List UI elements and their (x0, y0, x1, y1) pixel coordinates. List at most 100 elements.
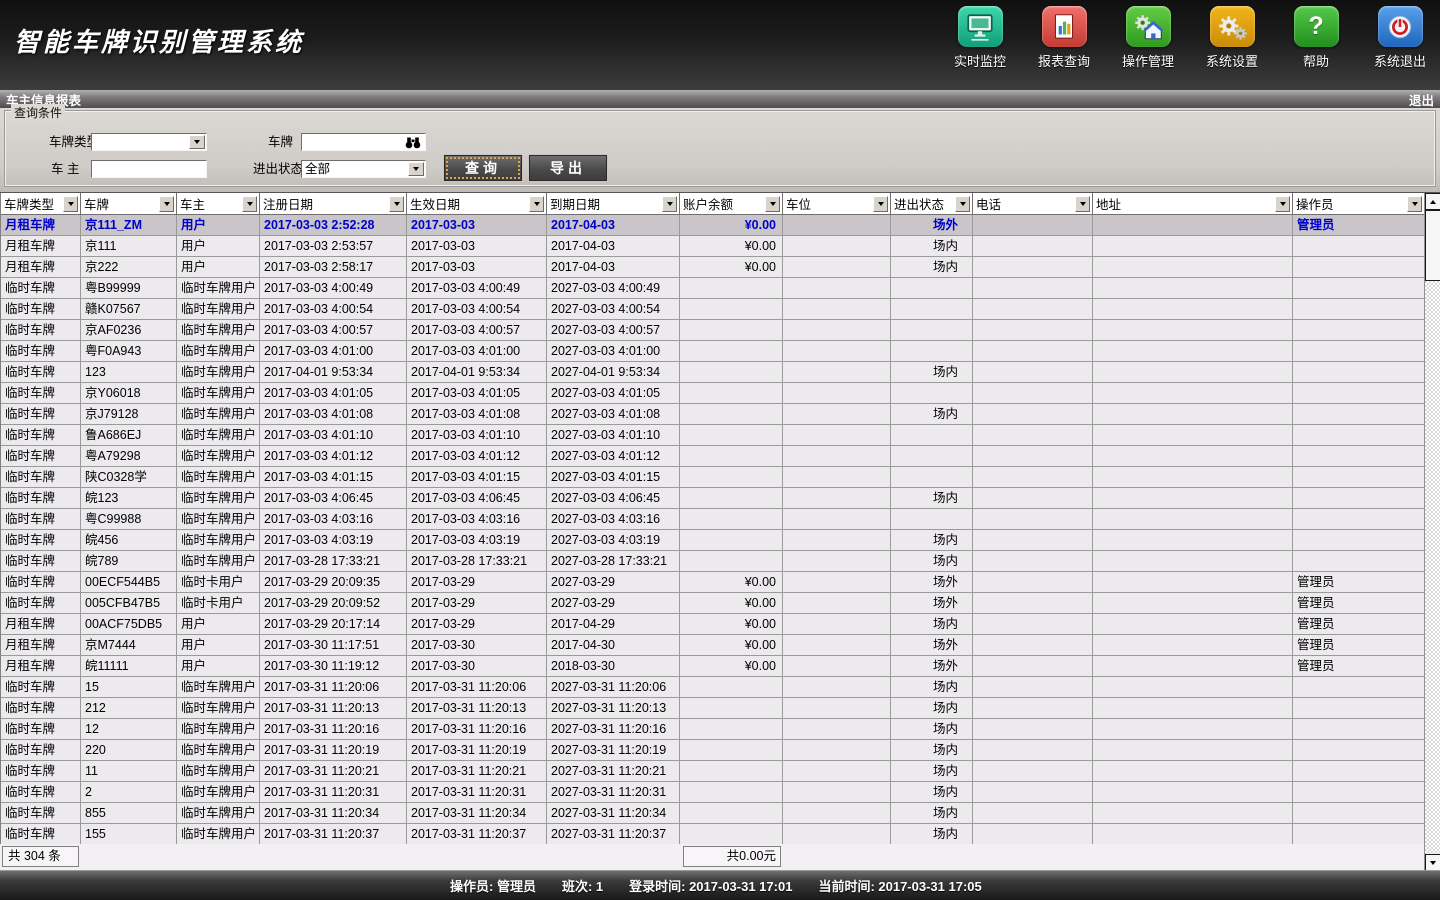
table-cell: 临时车牌 (1, 551, 81, 572)
header-cell: 电话 (973, 193, 1093, 215)
table-row[interactable]: 临时车牌陕C0328学临时车牌用户2017-03-03 4:01:152017-… (1, 467, 1425, 488)
toolbar-item-system-settings[interactable]: 系统设置 (1194, 6, 1270, 70)
table-row[interactable]: 临时车牌皖456临时车牌用户2017-03-03 4:03:192017-03-… (1, 530, 1425, 551)
table-cell: 临时车牌用户 (177, 299, 260, 320)
triangle-up-icon (1430, 200, 1436, 204)
column-filter-button[interactable] (389, 196, 404, 212)
table-row[interactable]: 临时车牌123临时车牌用户2017-04-01 9:53:342017-04-0… (1, 362, 1425, 383)
toolbar-item-system-exit[interactable]: 系统退出 (1362, 6, 1438, 70)
table-row[interactable]: 临时车牌155临时车牌用户2017-03-31 11:20:372017-03-… (1, 824, 1425, 845)
table-row[interactable]: 临时车牌11临时车牌用户2017-03-31 11:20:212017-03-3… (1, 761, 1425, 782)
column-filter-button[interactable] (662, 196, 677, 212)
table-row[interactable]: 临时车牌2临时车牌用户2017-03-31 11:20:312017-03-31… (1, 782, 1425, 803)
table-row[interactable]: 临时车牌粤B99999临时车牌用户2017-03-03 4:00:492017-… (1, 278, 1425, 299)
owner-label: 车 主 (51, 160, 79, 178)
table-cell (783, 257, 891, 278)
table-cell (973, 299, 1093, 320)
table-cell: 2017-03-31 11:20:16 (260, 719, 407, 740)
plate-input[interactable] (301, 133, 426, 151)
table-cell: 场外 (891, 635, 973, 656)
owner-input[interactable] (91, 160, 207, 178)
table-cell (973, 215, 1093, 236)
column-filter-button[interactable] (955, 196, 970, 212)
table-row[interactable]: 临时车牌粤C99988临时车牌用户2017-03-03 4:03:162017-… (1, 509, 1425, 530)
table-row[interactable]: 临时车牌皖123临时车牌用户2017-03-03 4:06:452017-03-… (1, 488, 1425, 509)
table-cell: ¥0.00 (680, 656, 783, 677)
dropdown-button[interactable] (189, 135, 205, 149)
table-cell: 临时车牌用户 (177, 425, 260, 446)
table-row[interactable]: 临时车牌220临时车牌用户2017-03-31 11:20:192017-03-… (1, 740, 1425, 761)
table-cell (891, 320, 973, 341)
header-cell-label: 账户余额 (683, 194, 733, 213)
plate-type-select[interactable] (91, 133, 207, 151)
table-row[interactable]: 临时车牌粤F0A943临时车牌用户2017-03-03 4:01:002017-… (1, 341, 1425, 362)
scrollbar-thumb[interactable] (1425, 210, 1440, 281)
header-cell-label: 地址 (1096, 194, 1121, 213)
table-row[interactable]: 月租车牌京222用户2017-03-03 2:58:172017-03-0320… (1, 257, 1425, 278)
table-row[interactable]: 临时车牌212临时车牌用户2017-03-31 11:20:132017-03-… (1, 698, 1425, 719)
query-button[interactable]: 查询 (444, 155, 522, 181)
dropdown-button[interactable] (408, 162, 424, 176)
table-row[interactable]: 临时车牌00ECF544B5临时卡用户2017-03-29 20:09:3520… (1, 572, 1425, 593)
table-cell: 2027-03-29 (547, 593, 680, 614)
table-row[interactable]: 临时车牌赣K07567临时车牌用户2017-03-03 4:00:542017-… (1, 299, 1425, 320)
column-filter-button[interactable] (242, 196, 257, 212)
vertical-scrollbar[interactable] (1424, 193, 1440, 871)
toolbar-item-report-query[interactable]: 报表查询 (1026, 6, 1102, 70)
column-filter-button[interactable] (1407, 196, 1422, 212)
table-cell: 粤C99988 (81, 509, 177, 530)
table-row[interactable]: 月租车牌京111_ZM用户2017-03-03 2:52:282017-03-0… (1, 215, 1425, 236)
toolbar-item-help[interactable]: ? 帮助 (1278, 6, 1354, 70)
table-row[interactable]: 临时车牌京Y06018临时车牌用户2017-03-03 4:01:052017-… (1, 383, 1425, 404)
chevron-down-icon (394, 202, 400, 206)
table-cell (973, 236, 1093, 257)
table-cell: 临时车牌 (1, 698, 81, 719)
table-row[interactable]: 临时车牌京AF0236临时车牌用户2017-03-03 4:00:572017-… (1, 320, 1425, 341)
table-cell: 2017-03-28 17:33:21 (260, 551, 407, 572)
toolbar-item-label: 系统退出 (1374, 51, 1426, 70)
toolbar-item-realtime-monitor[interactable]: 实时监控 (942, 6, 1018, 70)
table-row[interactable]: 临时车牌鲁A686EJ临时车牌用户2017-03-03 4:01:102017-… (1, 425, 1425, 446)
chevron-down-icon (194, 140, 200, 144)
table-cell: 用户 (177, 614, 260, 635)
column-filter-button[interactable] (159, 196, 174, 212)
inout-status-select[interactable]: 全部 (301, 160, 426, 178)
table-cell: 临时车牌 (1, 824, 81, 845)
table-row[interactable]: 临时车牌粤A79298临时车牌用户2017-03-03 4:01:122017-… (1, 446, 1425, 467)
table-row[interactable]: 月租车牌京M7444用户2017-03-30 11:17:512017-03-3… (1, 635, 1425, 656)
column-filter-button[interactable] (63, 196, 78, 212)
monitor-icon (958, 6, 1003, 47)
table-row[interactable]: 临时车牌京J79128临时车牌用户2017-03-03 4:01:082017-… (1, 404, 1425, 425)
exit-link[interactable]: 退出 (1409, 90, 1434, 109)
table-cell: 场内 (891, 614, 973, 635)
status-login-time: 登录时间: 2017-03-31 17:01 (629, 876, 792, 895)
table-row[interactable]: 月租车牌皖11111用户2017-03-30 11:19:122017-03-3… (1, 656, 1425, 677)
scroll-up-button[interactable] (1425, 193, 1440, 210)
table-row[interactable]: 月租车牌00ACF75DB5用户2017-03-29 20:17:142017-… (1, 614, 1425, 635)
table-cell (1293, 530, 1425, 551)
column-filter-button[interactable] (529, 196, 544, 212)
table-row[interactable]: 月租车牌京111用户2017-03-03 2:53:572017-03-0320… (1, 236, 1425, 257)
table-row[interactable]: 临时车牌皖789临时车牌用户2017-03-28 17:33:212017-03… (1, 551, 1425, 572)
table-cell: 2027-03-03 4:01:15 (547, 467, 680, 488)
table-cell: 临时车牌用户 (177, 551, 260, 572)
table-cell (680, 782, 783, 803)
toolbar-item-operation-manage[interactable]: 操作管理 (1110, 6, 1186, 70)
table-cell: 2017-03-03 4:03:16 (407, 509, 547, 530)
table-row[interactable]: 临时车牌855临时车牌用户2017-03-31 11:20:342017-03-… (1, 803, 1425, 824)
column-filter-button[interactable] (765, 196, 780, 212)
column-filter-button[interactable] (1075, 196, 1090, 212)
table-cell: 2017-03-03 4:03:19 (407, 530, 547, 551)
scroll-down-button[interactable] (1425, 854, 1440, 871)
table-cell (973, 572, 1093, 593)
table-cell: 2017-03-03 4:00:57 (407, 320, 547, 341)
export-button[interactable]: 导出 (529, 155, 607, 181)
table-row[interactable]: 临时车牌12临时车牌用户2017-03-31 11:20:162017-03-3… (1, 719, 1425, 740)
column-filter-button[interactable] (873, 196, 888, 212)
table-cell: 2017-03-03 4:00:57 (260, 320, 407, 341)
table-row[interactable]: 临时车牌005CFB47B5临时卡用户2017-03-29 20:09:5220… (1, 593, 1425, 614)
table-cell: 2017-03-03 4:01:12 (260, 446, 407, 467)
table-row[interactable]: 临时车牌15临时车牌用户2017-03-31 11:20:062017-03-3… (1, 677, 1425, 698)
column-filter-button[interactable] (1275, 196, 1290, 212)
table-cell: 用户 (177, 257, 260, 278)
